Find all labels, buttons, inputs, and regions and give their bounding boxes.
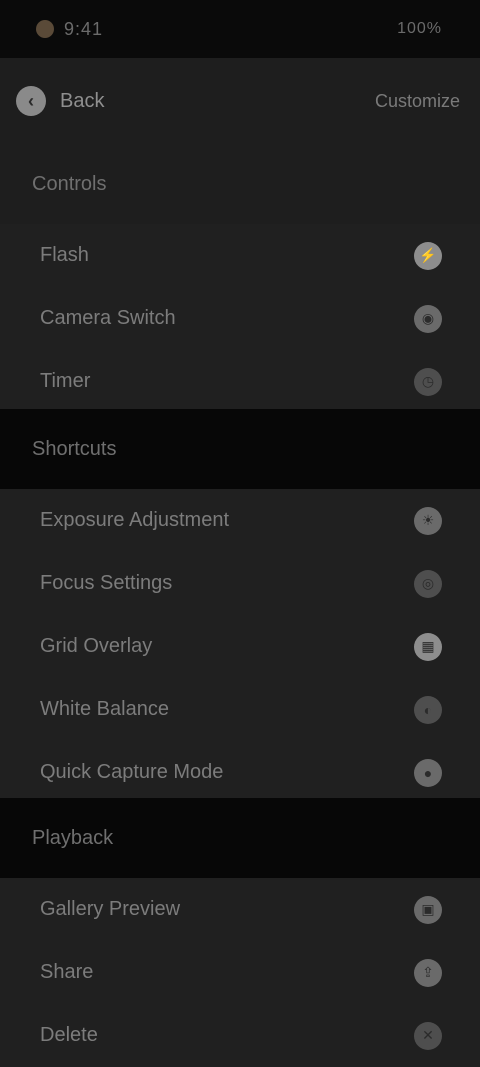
battery-indicator: 100% bbox=[397, 20, 442, 37]
list-item[interactable]: Quick Capture Mode ● bbox=[0, 741, 480, 804]
item-label: Share bbox=[40, 961, 94, 983]
list-item[interactable]: White Balance ◐ bbox=[0, 678, 480, 741]
item-label: Focus Settings bbox=[40, 572, 173, 594]
list-item[interactable]: Exposure Adjustment ☀ bbox=[0, 489, 480, 552]
back-arrow-icon: ‹ bbox=[16, 86, 46, 116]
item-label: Flash bbox=[40, 244, 89, 266]
camera-icon: ◉ bbox=[414, 304, 442, 333]
grid-icon: ▦ bbox=[414, 632, 442, 661]
section-playback: Playback Gallery Preview ▣ Share ⇪ Delet… bbox=[0, 798, 480, 1067]
customize-button[interactable]: Customize bbox=[375, 91, 460, 112]
list-item[interactable]: Flash ⚡ bbox=[0, 224, 480, 287]
status-bar: 9:41 100% bbox=[0, 0, 480, 58]
delete-icon: ✕ bbox=[414, 1021, 442, 1050]
timer-icon: ◷ bbox=[414, 367, 442, 396]
controls-list: Flash ⚡ Camera Switch ◉ Timer ◷ bbox=[0, 224, 480, 413]
gallery-icon: ▣ bbox=[414, 895, 442, 924]
list-item[interactable]: Share ⇪ bbox=[0, 941, 480, 1004]
item-label: White Balance bbox=[40, 698, 169, 720]
section-header: Controls bbox=[32, 172, 107, 195]
item-label: Gallery Preview bbox=[40, 898, 181, 920]
section-header: Playback bbox=[0, 798, 480, 878]
status-left: 9:41 bbox=[36, 19, 103, 40]
list-item[interactable]: Camera Switch ◉ bbox=[0, 287, 480, 350]
status-time: 9:41 bbox=[64, 18, 104, 39]
shortcuts-list: Exposure Adjustment ☀ Focus Settings ◎ G… bbox=[0, 489, 480, 804]
playback-list: Gallery Preview ▣ Share ⇪ Delete ✕ bbox=[0, 878, 480, 1067]
focus-icon: ◎ bbox=[414, 569, 442, 598]
section-controls: Controls Flash ⚡ Camera Switch ◉ Timer ◷ bbox=[0, 144, 480, 413]
section-shortcuts: Shortcuts Exposure Adjustment ☀ Focus Se… bbox=[0, 409, 480, 804]
item-label: Grid Overlay bbox=[40, 635, 153, 657]
app-bar: ‹ Back Customize bbox=[0, 58, 480, 144]
item-label: Camera Switch bbox=[40, 307, 176, 329]
back-button[interactable]: ‹ Back bbox=[16, 86, 104, 116]
list-item[interactable]: Gallery Preview ▣ bbox=[0, 878, 480, 941]
list-item[interactable]: Grid Overlay ▦ bbox=[0, 615, 480, 678]
list-item[interactable]: Timer ◷ bbox=[0, 350, 480, 413]
share-icon: ⇪ bbox=[414, 958, 442, 987]
item-label: Timer bbox=[40, 370, 91, 392]
list-item[interactable]: Delete ✕ bbox=[0, 1004, 480, 1067]
item-label: Exposure Adjustment bbox=[40, 509, 229, 531]
app-dot-icon bbox=[36, 20, 54, 38]
item-label: Delete bbox=[40, 1024, 98, 1046]
exposure-icon: ☀ bbox=[414, 506, 442, 535]
section-header: Shortcuts bbox=[0, 409, 480, 489]
capture-icon: ● bbox=[414, 758, 442, 787]
list-item[interactable]: Focus Settings ◎ bbox=[0, 552, 480, 615]
flash-icon: ⚡ bbox=[414, 241, 442, 270]
back-label: Back bbox=[60, 89, 105, 112]
balance-icon: ◐ bbox=[414, 695, 442, 724]
item-label: Quick Capture Mode bbox=[40, 761, 224, 783]
